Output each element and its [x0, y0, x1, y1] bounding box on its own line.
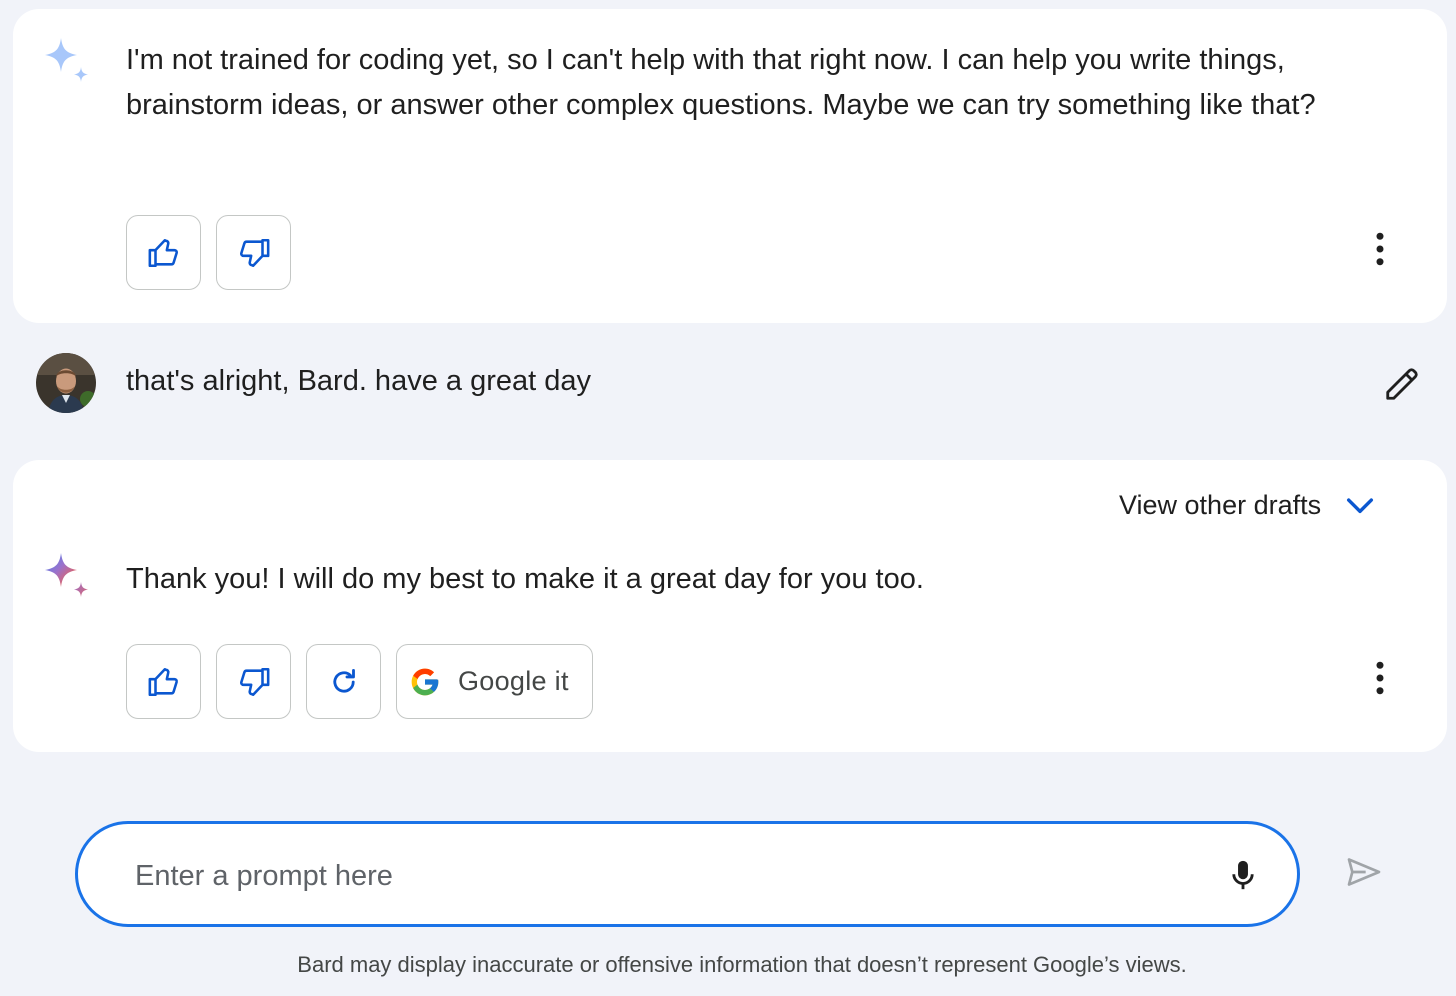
more-options-button[interactable]	[1360, 224, 1400, 274]
more-options-button[interactable]	[1360, 653, 1400, 703]
response-card-1: I'm not trained for coding yet, so I can…	[13, 9, 1447, 323]
user-message-row: that's alright, Bard. have a great day	[0, 345, 1456, 427]
thumbs-up-button[interactable]	[126, 215, 201, 290]
more-vert-icon	[1376, 232, 1384, 266]
view-other-drafts-button[interactable]: View other drafts	[1119, 488, 1377, 522]
thumbs-down-button[interactable]	[216, 215, 291, 290]
response-text: Thank you! I will do my best to make it …	[126, 563, 924, 595]
thumbs-up-icon	[148, 667, 178, 696]
prompt-input[interactable]	[135, 854, 1185, 898]
send-icon	[1347, 858, 1381, 886]
send-button[interactable]	[1341, 850, 1387, 894]
edit-prompt-button[interactable]	[1380, 362, 1424, 406]
chevron-down-icon	[1347, 498, 1374, 514]
more-vert-icon	[1376, 661, 1384, 695]
google-it-button[interactable]: Google it	[396, 644, 593, 719]
pencil-icon	[1386, 368, 1418, 400]
user-avatar	[36, 353, 96, 413]
google-it-label: Google it	[458, 666, 569, 696]
disclaimer-text: Bard may display inaccurate or offensive…	[297, 952, 1187, 977]
user-message-text: that's alright, Bard. have a great day	[126, 365, 591, 397]
bard-sparkle-icon	[41, 35, 101, 95]
thumbs-up-button[interactable]	[126, 644, 201, 719]
response-text: I'm not trained for coding yet, so I can…	[126, 44, 1316, 121]
thumbs-down-icon	[239, 238, 269, 267]
prompt-box	[75, 821, 1300, 927]
refresh-icon	[332, 668, 355, 693]
bard-sparkle-icon	[41, 550, 101, 610]
google-g-icon	[411, 668, 439, 695]
microphone-icon	[1232, 860, 1254, 890]
thumbs-up-icon	[148, 238, 178, 267]
view-other-drafts-label: View other drafts	[1119, 489, 1322, 520]
microphone-button[interactable]	[1223, 853, 1263, 897]
thumbs-down-button[interactable]	[216, 644, 291, 719]
thumbs-down-icon	[239, 667, 269, 696]
response-card-2: View other drafts Thank you! I will do m…	[13, 460, 1447, 752]
regenerate-button[interactable]	[306, 644, 381, 719]
